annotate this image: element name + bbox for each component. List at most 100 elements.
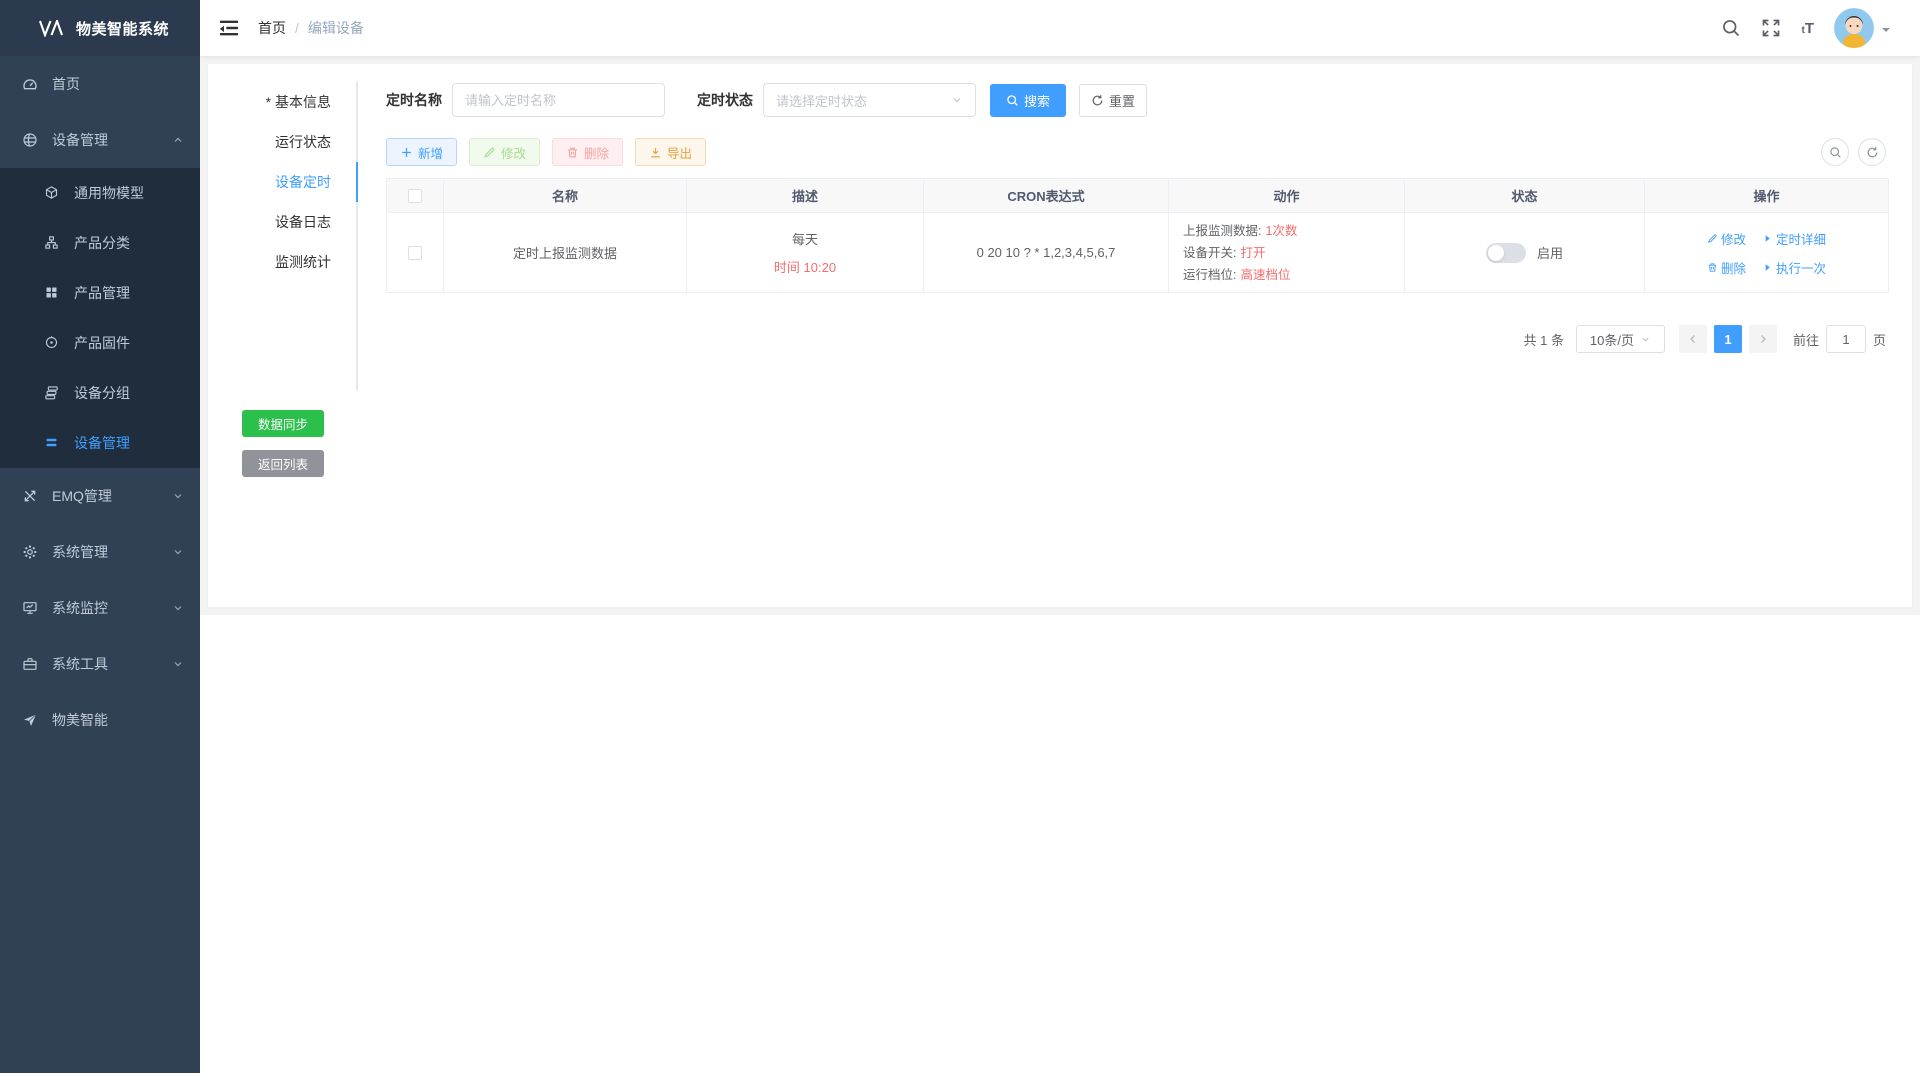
breadcrumb: 首页 / 编辑设备 bbox=[258, 18, 364, 38]
header-name: 名称 bbox=[444, 179, 687, 213]
select-all-checkbox[interactable] bbox=[408, 189, 422, 203]
sidebar-item-thing-model[interactable]: 通用物模型 bbox=[0, 168, 200, 218]
op-delete-label: 删除 bbox=[1721, 258, 1746, 277]
grid-icon bbox=[44, 285, 60, 301]
op-run-once-link[interactable]: 执行一次 bbox=[1762, 258, 1826, 277]
op-run-once-label: 执行一次 bbox=[1776, 258, 1826, 277]
export-button-label: 导出 bbox=[667, 143, 692, 162]
chevron-up-icon bbox=[172, 134, 184, 146]
goto-page-input[interactable] bbox=[1826, 325, 1866, 353]
refresh-icon bbox=[1091, 94, 1104, 107]
tab-basic-info[interactable]: * 基本信息 bbox=[208, 82, 356, 122]
action-label: 上报监测数据: bbox=[1183, 222, 1261, 240]
row-checkbox[interactable] bbox=[408, 246, 422, 260]
layers-icon bbox=[44, 385, 60, 401]
toolbox-icon bbox=[22, 656, 38, 672]
chevron-right-icon bbox=[1757, 333, 1769, 345]
toggle-search-button[interactable] bbox=[1821, 138, 1849, 166]
tab-device-timer[interactable]: 设备定时 bbox=[208, 162, 356, 202]
reset-button[interactable]: 重置 bbox=[1079, 84, 1147, 117]
search-icon[interactable] bbox=[1721, 18, 1741, 38]
sidebar-item-label: EMQ管理 bbox=[52, 486, 112, 506]
edit-button[interactable]: 修改 bbox=[469, 138, 540, 166]
sidebar-item-home[interactable]: 首页 bbox=[0, 56, 200, 112]
add-button-label: 新增 bbox=[418, 143, 443, 162]
sidebar-item-product-category[interactable]: 产品分类 bbox=[0, 218, 200, 268]
header-action: 动作 bbox=[1169, 179, 1405, 213]
op-timer-detail-label: 定时详细 bbox=[1776, 229, 1826, 248]
sidebar-item-label: 通用物模型 bbox=[74, 183, 144, 203]
timer-name-input[interactable] bbox=[452, 83, 665, 117]
sidebar-item-emq-management[interactable]: EMQ管理 bbox=[0, 468, 200, 524]
trash-icon bbox=[566, 146, 579, 159]
tab-running-status[interactable]: 运行状态 bbox=[208, 122, 356, 162]
cell-description: 每天 时间 10:20 bbox=[687, 213, 924, 293]
add-button[interactable]: 新增 bbox=[386, 138, 457, 166]
device-management-submenu: 通用物模型 产品分类 产品管理 产品固件 bbox=[0, 168, 200, 468]
fullscreen-icon[interactable] bbox=[1761, 18, 1781, 38]
op-delete-link[interactable]: 删除 bbox=[1707, 258, 1746, 277]
user-menu[interactable] bbox=[1834, 8, 1890, 48]
back-to-list-button[interactable]: 返回列表 bbox=[242, 450, 324, 477]
sidebar-item-system-tools[interactable]: 系统工具 bbox=[0, 636, 200, 692]
pencil-icon bbox=[1707, 233, 1718, 244]
avatar[interactable] bbox=[1834, 8, 1874, 48]
gear-icon bbox=[22, 544, 38, 560]
export-button[interactable]: 导出 bbox=[635, 138, 706, 166]
action-value: 1次数 bbox=[1265, 222, 1297, 240]
tree-icon bbox=[44, 235, 60, 251]
sidebar-item-device-group[interactable]: 设备分组 bbox=[0, 368, 200, 418]
cell-name: 定时上报监测数据 bbox=[444, 213, 687, 293]
sidebar-item-system-monitor[interactable]: 系统监控 bbox=[0, 580, 200, 636]
caret-down-icon bbox=[1882, 28, 1890, 36]
status-label: 启用 bbox=[1537, 243, 1563, 262]
sidebar-item-system-management[interactable]: 系统管理 bbox=[0, 524, 200, 580]
op-edit-link[interactable]: 修改 bbox=[1707, 229, 1746, 248]
sidebar-item-device-list-active[interactable]: 设备管理 bbox=[0, 418, 200, 468]
sidebar-item-label: 产品固件 bbox=[74, 333, 130, 353]
dashboard-icon bbox=[22, 76, 38, 92]
sidebar-item-product-management[interactable]: 产品管理 bbox=[0, 268, 200, 318]
enable-toggle[interactable] bbox=[1486, 243, 1526, 263]
delete-button[interactable]: 删除 bbox=[552, 138, 623, 166]
page-content: * 基本信息 运行状态 设备定时 设备日志 监测统计 数据同步 返回列表 定时名… bbox=[200, 56, 1920, 615]
page-number-current[interactable]: 1 bbox=[1714, 325, 1742, 353]
sidebar-item-label: 产品管理 bbox=[74, 283, 130, 303]
sidebar-item-wumei-smart[interactable]: 物美智能 bbox=[0, 692, 200, 748]
sidebar-item-product-firmware[interactable]: 产品固件 bbox=[0, 318, 200, 368]
sidebar-item-device-management[interactable]: 设备管理 bbox=[0, 112, 200, 168]
search-button[interactable]: 搜索 bbox=[990, 84, 1066, 117]
page-unit-label: 页 bbox=[1873, 330, 1886, 349]
arrows-cross-icon bbox=[22, 488, 38, 504]
app-logo[interactable]: 物美智能系统 bbox=[0, 0, 200, 56]
tab-device-log[interactable]: 设备日志 bbox=[208, 202, 356, 242]
page-size-select[interactable]: 10条/页 bbox=[1576, 325, 1665, 353]
sidebar-item-label: 设备分组 bbox=[74, 383, 130, 403]
paper-plane-icon bbox=[22, 712, 38, 728]
refresh-table-button[interactable] bbox=[1858, 138, 1886, 166]
action-value: 打开 bbox=[1240, 244, 1265, 262]
navbar-tools: tT bbox=[1721, 8, 1890, 48]
font-size-icon[interactable]: tT bbox=[1801, 21, 1814, 36]
desc-frequency: 每天 bbox=[687, 229, 923, 248]
collapse-menu-icon[interactable] bbox=[218, 17, 240, 39]
op-timer-detail-link[interactable]: 定时详细 bbox=[1762, 229, 1826, 248]
prev-page-button[interactable] bbox=[1679, 325, 1707, 353]
next-page-button[interactable] bbox=[1749, 325, 1777, 353]
sidebar-item-label: 设备管理 bbox=[52, 130, 108, 150]
edit-button-label: 修改 bbox=[501, 143, 526, 162]
pencil-icon bbox=[483, 146, 496, 159]
chevron-down-icon bbox=[172, 546, 184, 558]
breadcrumb-home[interactable]: 首页 bbox=[258, 18, 286, 38]
top-navbar: 首页 / 编辑设备 tT bbox=[200, 0, 1920, 56]
plus-icon bbox=[400, 146, 413, 159]
chevron-down-icon bbox=[951, 94, 963, 106]
tab-monitor-stats[interactable]: 监测统计 bbox=[208, 242, 356, 282]
timer-status-select[interactable]: 请选择定时状态 bbox=[763, 83, 976, 117]
header-cron: CRON表达式 bbox=[924, 179, 1169, 213]
action-label: 运行档位: bbox=[1183, 266, 1236, 284]
sidebar-item-label: 系统管理 bbox=[52, 542, 108, 562]
timer-status-label: 定时状态 bbox=[697, 90, 753, 110]
data-sync-button[interactable]: 数据同步 bbox=[242, 410, 324, 437]
sidebar-item-label: 产品分类 bbox=[74, 233, 130, 253]
